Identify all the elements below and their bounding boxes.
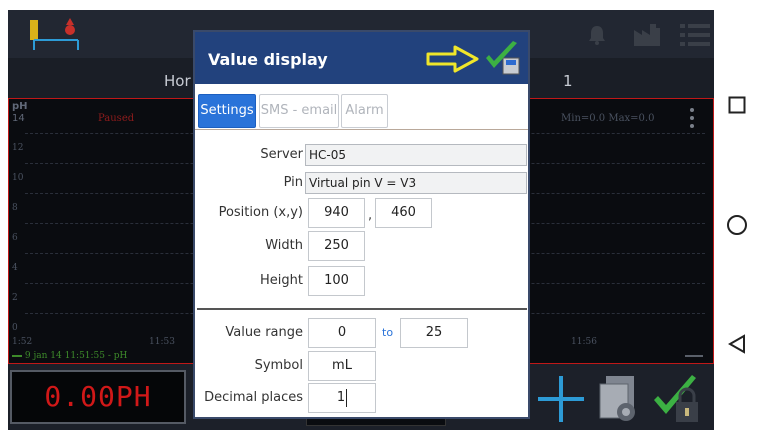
- minmax-label: Min=0.0 Max=0.0: [561, 113, 655, 124]
- y-tick: 6: [12, 233, 18, 243]
- tab-sms-email[interactable]: SMS - email: [259, 94, 339, 128]
- dialog-tabs: Settings SMS - email Alarm: [195, 94, 528, 130]
- value-range-to-input[interactable]: 25: [400, 318, 468, 348]
- x-tick: 11:53: [149, 337, 175, 347]
- symbol-input[interactable]: mL: [308, 351, 376, 381]
- width-input[interactable]: 250: [308, 231, 365, 261]
- server-field[interactable]: HC-05: [305, 144, 527, 166]
- home-tab[interactable]: Hor: [164, 72, 191, 90]
- tab-divider: [195, 129, 528, 130]
- arrow-right-icon: [426, 45, 479, 73]
- value-display-dialog: Value display Settings SMS - email Alarm…: [193, 30, 530, 419]
- value-range-label: Value range: [225, 325, 303, 340]
- tab-settings[interactable]: Settings: [198, 94, 256, 128]
- y-tick: 2: [12, 293, 18, 303]
- y-tick: 0: [12, 323, 18, 333]
- section-divider: [197, 308, 527, 310]
- y-tick: 8: [12, 203, 18, 213]
- value-range-from-input[interactable]: 0: [308, 318, 376, 348]
- dialog-header: Value display: [195, 32, 528, 84]
- symbol-label: Symbol: [254, 358, 303, 373]
- decimal-places-value: 1: [336, 390, 346, 405]
- home-icon[interactable]: [726, 214, 748, 236]
- dialog-title: Value display: [208, 50, 328, 69]
- pin-label: Pin: [283, 175, 303, 190]
- paused-label: Paused: [98, 113, 135, 124]
- system-nav-bar: [714, 0, 757, 432]
- position-y-input[interactable]: 460: [375, 198, 432, 228]
- chart-legend-text: 9 jan 14 11:51:55 - pH: [24, 351, 128, 361]
- position-x-input[interactable]: 940: [308, 198, 365, 228]
- height-label: Height: [260, 273, 303, 288]
- y-tick: 10: [12, 173, 24, 183]
- tab-alarm[interactable]: Alarm: [341, 94, 388, 128]
- chart-legend: 9 jan 14 11:51:55 - pH: [12, 351, 127, 361]
- position-label: Position (x,y): [218, 205, 303, 220]
- check-lock-icon[interactable]: [650, 372, 702, 426]
- ph-lcd-display[interactable]: 0.00PH: [10, 370, 186, 424]
- back-icon[interactable]: [728, 334, 746, 354]
- recents-icon[interactable]: [728, 96, 746, 114]
- height-input[interactable]: 100: [308, 266, 365, 296]
- value-range-to-label: to: [382, 326, 394, 339]
- decimal-places-input[interactable]: 1: [308, 383, 376, 413]
- settings-copy-icon[interactable]: [596, 374, 642, 424]
- bell-icon[interactable]: [586, 24, 608, 46]
- scroll-indicator[interactable]: [685, 355, 703, 357]
- x-tick: 11:56: [571, 337, 597, 347]
- factory-icon[interactable]: [632, 22, 666, 48]
- pin-field[interactable]: Virtual pin V = V3: [305, 172, 527, 194]
- menu-icon[interactable]: [678, 22, 712, 48]
- chart-unit: pH: [12, 101, 28, 112]
- server-label: Server: [260, 147, 303, 162]
- y-tick: 4: [12, 263, 18, 273]
- chart-menu-icon[interactable]: [689, 107, 695, 129]
- x-tick: 1:52: [12, 337, 33, 347]
- width-label: Width: [265, 238, 303, 253]
- position-separator: ,: [368, 208, 373, 223]
- save-check-icon[interactable]: [483, 40, 523, 78]
- network-icon[interactable]: [28, 18, 84, 52]
- decimal-places-label: Decimal places: [204, 390, 303, 405]
- text-cursor: [346, 388, 348, 407]
- y-tick: 12: [12, 143, 24, 153]
- chart-y-top: 14: [12, 113, 25, 124]
- nav-right-label: 1: [563, 72, 573, 90]
- add-icon[interactable]: [536, 374, 586, 424]
